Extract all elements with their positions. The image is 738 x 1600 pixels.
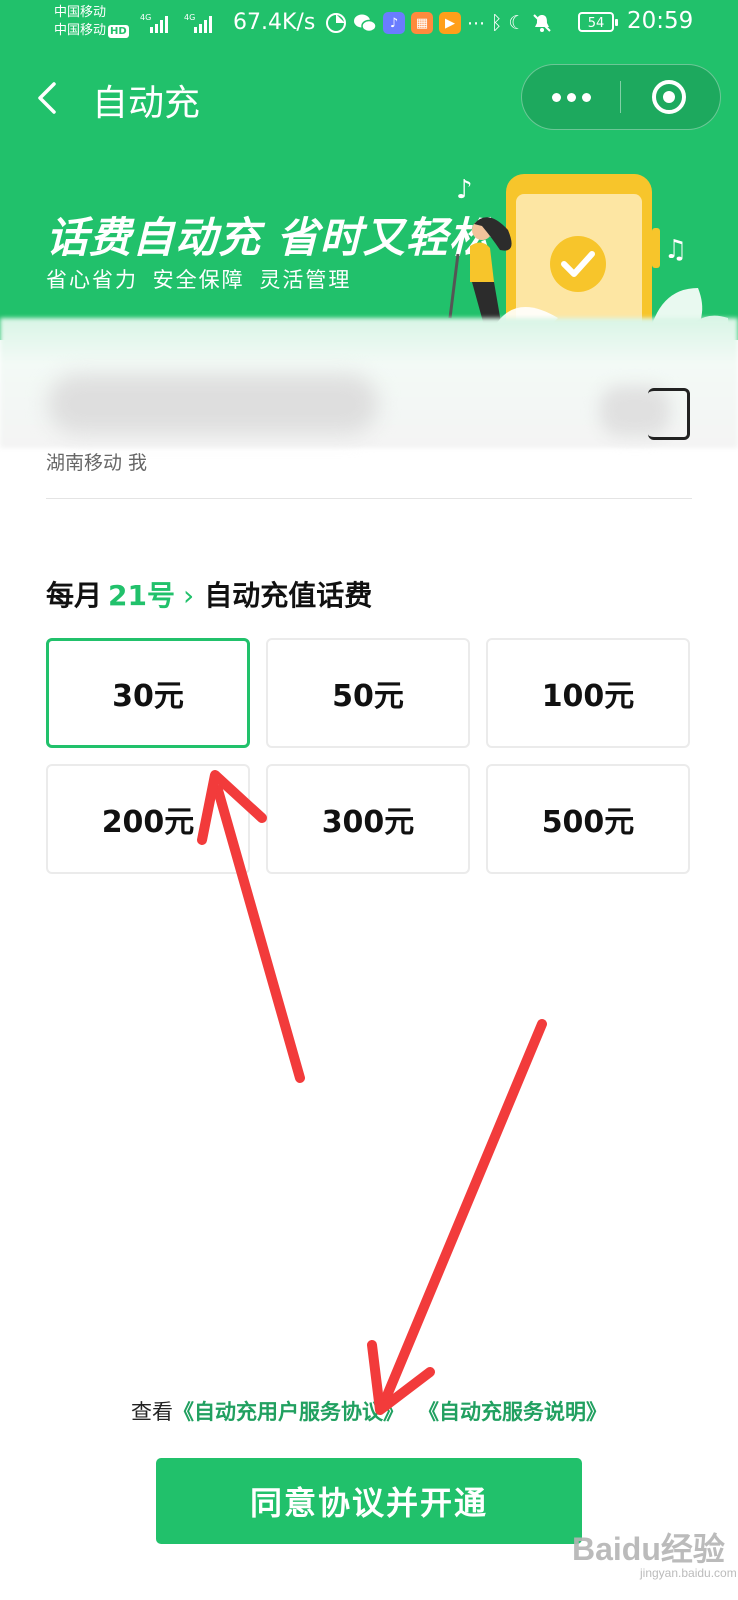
amount-option-300[interactable]: 300元 [266, 764, 470, 874]
svg-text:4G: 4G [184, 13, 195, 22]
wechat-icon [354, 14, 377, 33]
hd-badge: HD [108, 25, 129, 38]
carrier-info: 中国移动 中国移动 HD [54, 4, 129, 40]
agreement-line: 查看《自动充用户服务协议》 《自动充服务说明》 [0, 1396, 738, 1426]
schedule-day: 21号 [108, 579, 175, 612]
amount-option-50[interactable]: 50元 [266, 638, 470, 748]
divider [46, 498, 692, 499]
notification-icons: ♪ ▦ ▶ ⋯ ᛒ ☾ [325, 10, 553, 36]
back-arrow-icon[interactable] [30, 78, 64, 118]
schedule-prefix: 每月 [46, 579, 103, 612]
red-arrow-down [367, 1019, 547, 1415]
svg-text:♫: ♫ [664, 235, 687, 265]
more-menu-button[interactable] [522, 65, 620, 129]
baidu-watermark: Baidu经验 [572, 1531, 725, 1567]
pinwheel-icon [326, 13, 346, 33]
status-bar: 中国移动 中国移动 HD 4G 4G 67.4K/s ♪ ▦ ▶ ⋯ ᛒ ☾ 54… [0, 0, 738, 48]
mute-bell-icon [533, 14, 552, 32]
battery-indicator: 54 [578, 12, 618, 32]
svg-text:♪: ♪ [456, 175, 473, 205]
app-store-icon: ▦ [411, 12, 433, 34]
music-app-icon: ♪ [383, 12, 405, 34]
amount-option-200[interactable]: 200元 [46, 764, 250, 874]
phone-number-redacted [48, 374, 378, 434]
recharge-schedule[interactable]: 每月 21号 › 自动充值话费 [46, 574, 372, 614]
page-title: 自动充 [92, 83, 201, 124]
signal-4g-icon: 4G [184, 13, 212, 33]
clock: 20:59 [627, 8, 694, 34]
mini-program-capsule [521, 64, 721, 130]
service-description-link[interactable]: 《自动充服务说明》 [418, 1400, 607, 1424]
capsule-divider [620, 81, 621, 113]
agree-and-activate-button[interactable]: 同意协议并开通 [156, 1458, 582, 1544]
svg-text:4G: 4G [140, 13, 151, 22]
amount-option-30[interactable]: 30元 [46, 638, 250, 748]
green-header: 中国移动 中国移动 HD 4G 4G 67.4K/s ♪ ▦ ▶ ⋯ ᛒ ☾ 54… [0, 0, 738, 340]
close-target-icon[interactable] [622, 65, 720, 129]
nav-bar: 自动充 [0, 56, 738, 140]
amount-option-100[interactable]: 100元 [486, 638, 690, 748]
amount-option-500[interactable]: 500元 [486, 764, 690, 874]
banner-subline: 省心省力 安全保障 灵活管理 [46, 268, 352, 292]
schedule-suffix: 自动充值话费 [204, 579, 373, 612]
contacts-icon[interactable] [648, 388, 690, 440]
operator-label: 湖南移动 我 [46, 452, 148, 474]
signal-4g-icon: 4G [140, 13, 168, 33]
network-speed: 67.4K/s [233, 10, 316, 35]
carrier-2-label: 中国移动 [54, 23, 107, 38]
bluetooth-icon: ᛒ [491, 12, 503, 34]
user-service-agreement-link[interactable]: 《自动充用户服务协议》 [173, 1400, 404, 1424]
baidu-watermark-url: jingyan.baidu.com [640, 1566, 737, 1580]
video-app-icon: ▶ [439, 12, 461, 34]
more-notifications-icon: ⋯ [467, 12, 485, 34]
carrier-1-label: 中国移动 [54, 5, 107, 20]
agreement-prefix: 查看 [131, 1400, 173, 1424]
banner-headline: 话费自动充 省时又轻松 [46, 213, 492, 262]
banner-illustration: ♪ ♫ [448, 174, 729, 340]
moon-icon: ☾ [508, 12, 526, 34]
chevron-right-icon: › [182, 579, 195, 612]
